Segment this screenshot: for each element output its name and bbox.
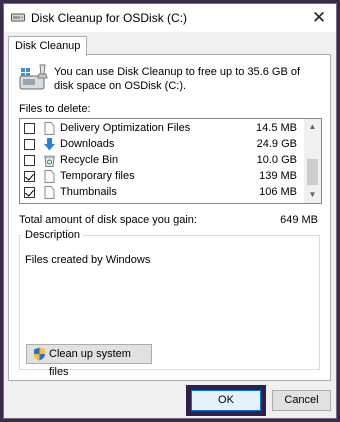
list-item-downloads[interactable]: Downloads 24.9 GB	[20, 137, 303, 153]
cancel-button[interactable]: Cancel	[272, 390, 331, 411]
clean-up-system-files-label: Clean up system files	[49, 348, 131, 378]
tab-disk-cleanup[interactable]: Disk Cleanup	[8, 36, 88, 56]
scroll-thumb[interactable]	[307, 159, 318, 185]
item-name: Delivery Optimization Files	[60, 122, 191, 134]
scroll-down-icon[interactable]: ▼	[304, 187, 321, 203]
disk-drive-icon	[11, 13, 25, 22]
description-text: Files created by Windows	[25, 254, 151, 266]
files-list[interactable]: Delivery Optimization Files 14.5 MB Down…	[19, 118, 322, 204]
checkbox[interactable]	[24, 187, 35, 198]
file-icon	[44, 170, 55, 183]
window-title: Disk Cleanup for OSDisk (C:)	[31, 11, 188, 25]
intro-text: You can use Disk Cleanup to free up to 3…	[54, 66, 301, 92]
list-item-thumbnails[interactable]: Thumbnails 106 MB	[20, 185, 303, 201]
item-size: 10.0 GB	[256, 154, 297, 166]
disk-cleanup-icon	[19, 64, 48, 90]
ok-button[interactable]: OK	[191, 390, 261, 411]
item-size: 106 MB	[259, 186, 297, 198]
checkbox[interactable]	[24, 123, 35, 134]
checkbox[interactable]	[24, 155, 35, 166]
files-to-delete-label: Files to delete:	[19, 103, 91, 115]
list-item-delivery-optimization[interactable]: Delivery Optimization Files 14.5 MB	[20, 121, 303, 137]
ok-button-highlight[interactable]: OK	[186, 385, 266, 416]
title-bar: Disk Cleanup for OSDisk (C:) ✕	[4, 4, 336, 32]
item-name: Recycle Bin	[60, 154, 119, 166]
recycle-bin-icon	[44, 155, 55, 167]
check-mark-icon	[25, 171, 34, 181]
file-icon	[44, 122, 55, 135]
description-legend: Description	[22, 229, 84, 241]
file-icon	[44, 186, 55, 199]
list-item-recycle-bin[interactable]: Recycle Bin 10.0 GB	[20, 153, 303, 169]
download-arrow-icon	[44, 138, 55, 151]
total-space-label: Total amount of disk space you gain:	[19, 214, 197, 226]
uac-shield-icon	[34, 347, 45, 361]
item-name: Downloads	[60, 138, 115, 150]
item-size: 14.5 MB	[256, 122, 297, 134]
close-icon: ✕	[311, 8, 327, 27]
clean-up-system-files-button[interactable]: Clean up system files	[26, 344, 152, 378]
item-name: Thumbnails	[60, 186, 117, 198]
tab-panel: You can use Disk Cleanup to free up to 3…	[8, 54, 331, 381]
checkbox[interactable]	[24, 139, 35, 150]
total-space-value: 649 MB	[280, 214, 318, 226]
check-mark-icon	[25, 187, 34, 197]
scroll-up-icon[interactable]: ▲	[304, 119, 321, 135]
item-size: 139 MB	[259, 170, 297, 182]
checkbox[interactable]	[24, 171, 35, 182]
item-size: 24.9 GB	[256, 138, 297, 150]
disk-cleanup-window: Disk Cleanup for OSDisk (C:) ✕ Disk Clea…	[3, 3, 337, 419]
item-name: Temporary files	[60, 170, 135, 182]
vertical-scrollbar[interactable]: ▲ ▼	[304, 119, 321, 203]
close-button[interactable]: ✕	[308, 7, 330, 29]
list-item-temporary-files[interactable]: Temporary files 139 MB	[20, 169, 303, 185]
